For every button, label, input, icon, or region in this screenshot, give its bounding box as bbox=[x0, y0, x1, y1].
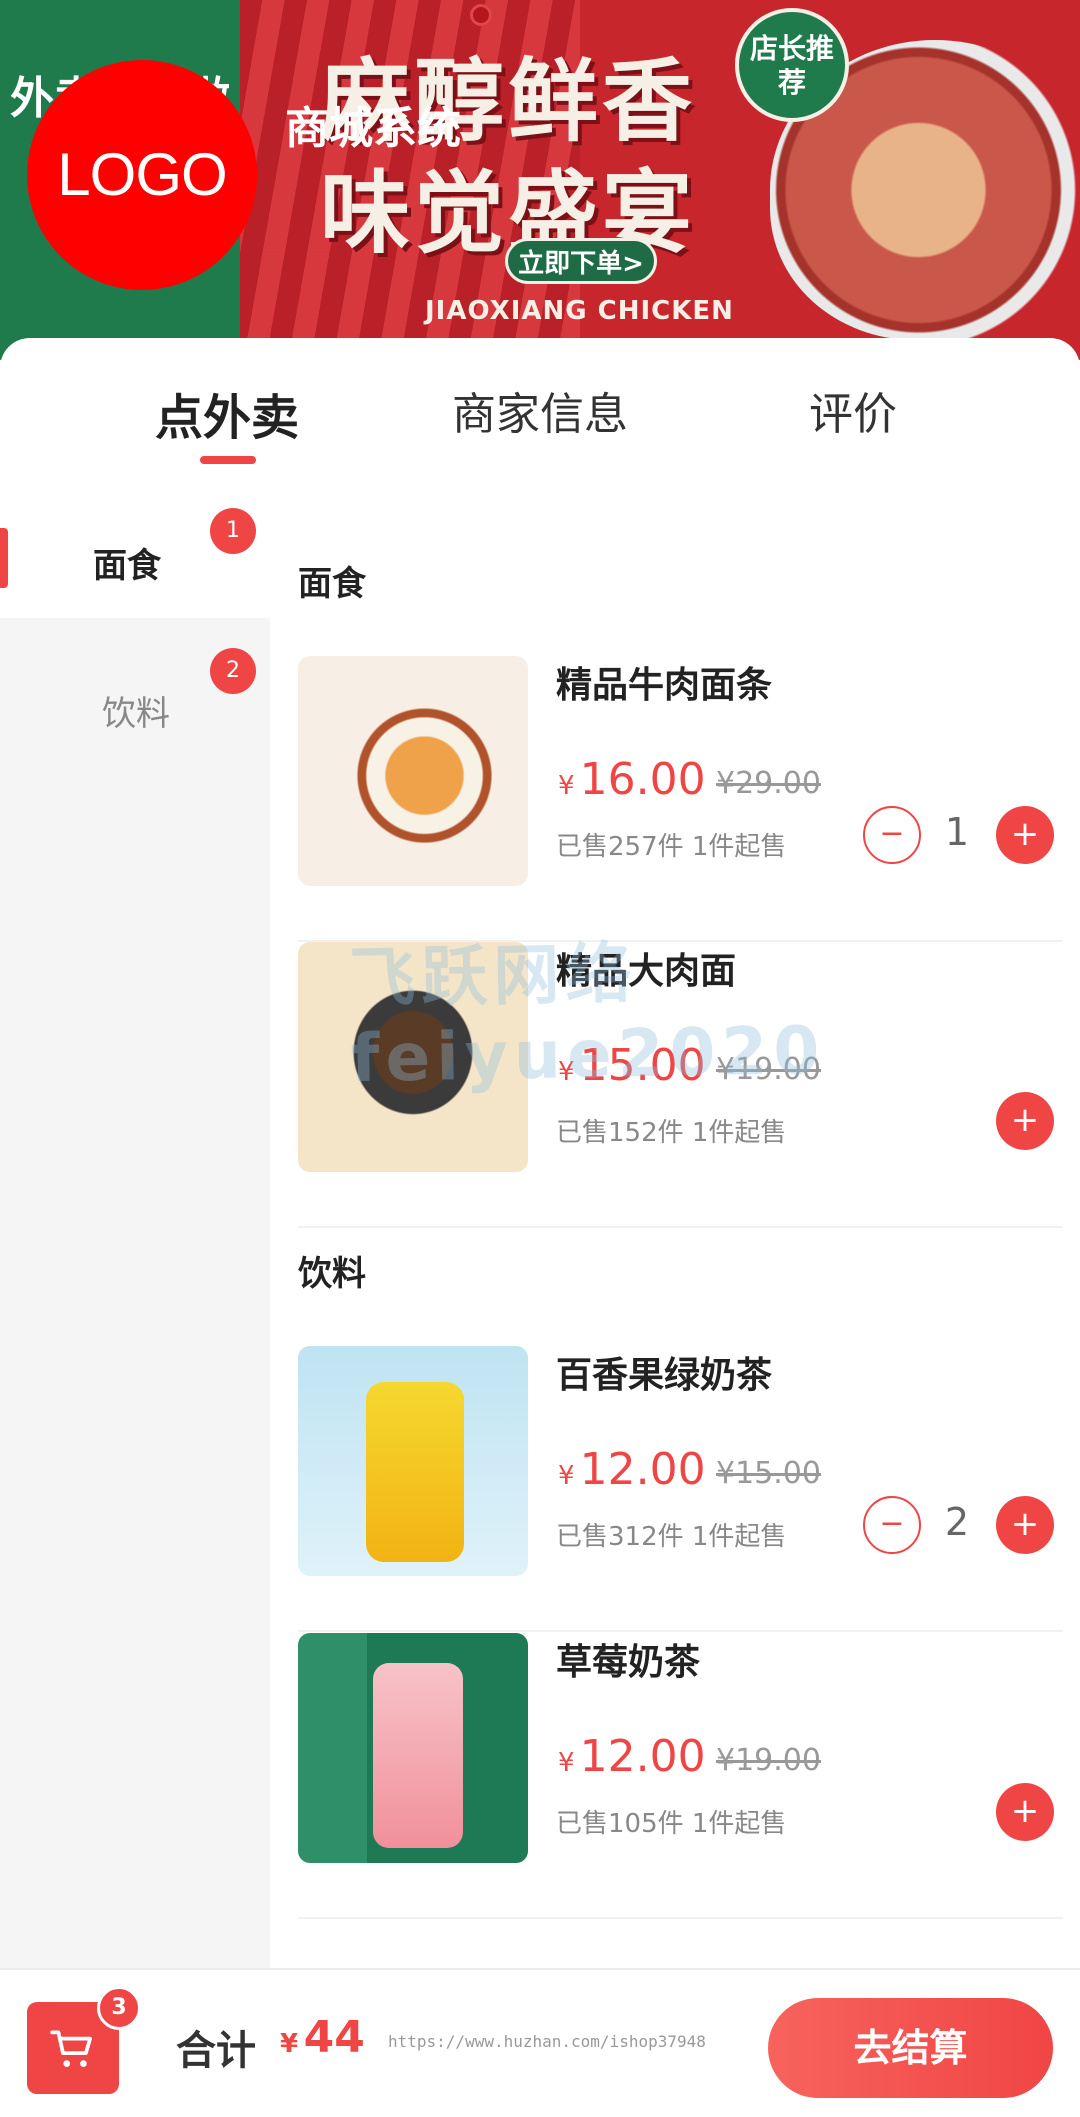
category-count-badge: 1 bbox=[210, 508, 256, 554]
currency-symbol: ¥ bbox=[280, 2029, 299, 2059]
product-image[interactable] bbox=[298, 656, 528, 886]
product-price: ¥ 12.00 bbox=[558, 1731, 706, 1782]
category-sidebar: 面食 1 饮料 2 bbox=[0, 468, 270, 1968]
category-item-drinks[interactable]: 饮料 2 bbox=[0, 618, 270, 768]
logo: LOGO bbox=[27, 60, 257, 290]
product-name: 百香果绿奶茶 bbox=[556, 1355, 773, 1396]
price-value: 12.00 bbox=[579, 1731, 706, 1782]
total-value: 44 bbox=[303, 2012, 365, 2063]
increase-quantity-button[interactable]: + bbox=[996, 1496, 1054, 1554]
sales-info: 已售257件 1件起售 bbox=[556, 832, 787, 862]
tab-reviews[interactable]: 评价 bbox=[753, 378, 953, 442]
category-item-noodles[interactable]: 面食 1 bbox=[0, 468, 270, 618]
quantity-value: 2 bbox=[944, 1500, 970, 1544]
sales-info: 已售105件 1件起售 bbox=[556, 1809, 787, 1839]
quantity-value: 1 bbox=[944, 810, 970, 854]
product-price: ¥ 12.00 bbox=[558, 1444, 706, 1495]
product-card[interactable]: 草莓奶茶 ¥ 12.00 ¥19.00 已售105件 1件起售 + bbox=[298, 1633, 1063, 1919]
increase-quantity-button[interactable]: + bbox=[996, 806, 1054, 864]
watermark: 飞跃网络 feiyue2020 bbox=[349, 931, 826, 1099]
product-image[interactable] bbox=[298, 1633, 528, 1863]
tab-merchant-info[interactable]: 商家信息 bbox=[440, 378, 640, 442]
price-value: 12.00 bbox=[579, 1444, 706, 1495]
checkout-bar: 3 合计 ¥ 44 https://www.huzhan.com/ishop37… bbox=[0, 1968, 1080, 2117]
drink-cup-illustration bbox=[373, 1663, 463, 1848]
product-card[interactable]: 精品牛肉面条 ¥ 16.00 ¥29.00 已售257件 1件起售 − 1 + bbox=[298, 656, 1063, 942]
cart-count-badge: 3 bbox=[97, 1986, 141, 2030]
section-title-noodles: 面食 bbox=[298, 564, 366, 604]
watermark-line1: 飞跃网络 bbox=[348, 935, 638, 1018]
checkout-button[interactable]: 去结算 bbox=[768, 1998, 1053, 2098]
sales-info: 已售152件 1件起售 bbox=[556, 1118, 787, 1148]
active-tab-indicator bbox=[200, 456, 256, 464]
price-value: 16.00 bbox=[579, 754, 706, 805]
tab-order-takeout[interactable]: 点外卖 bbox=[127, 378, 327, 448]
decrease-quantity-button[interactable]: − bbox=[863, 806, 921, 864]
total-label: 合计 bbox=[176, 2028, 256, 2074]
banner-recommend-badge: 店长推荐 bbox=[735, 8, 849, 122]
category-count-badge: 2 bbox=[210, 648, 256, 694]
source-url-watermark: https://www.huzhan.com/ishop37948 bbox=[388, 2032, 706, 2051]
watermark-line2: feiyue2020 bbox=[350, 1011, 826, 1098]
banner-order-button[interactable]: 立即下单> bbox=[505, 238, 657, 284]
app-title: 商城系统 bbox=[285, 103, 461, 154]
banner-brand-en: JIAOXIANG CHICKEN bbox=[425, 296, 734, 326]
section-title-drinks: 饮料 bbox=[298, 1254, 366, 1294]
original-price: ¥29.00 bbox=[716, 766, 821, 801]
original-price: ¥19.00 bbox=[716, 1743, 821, 1778]
app-page: 外卖新现做 麻醇鲜香 味觉盛宴 立即下单> JIAOXIANG CHICKEN … bbox=[0, 0, 1080, 2117]
product-name: 草莓奶茶 bbox=[556, 1642, 701, 1683]
total-amount: ¥ 44 bbox=[280, 2012, 365, 2063]
product-price: ¥ 16.00 bbox=[558, 754, 706, 805]
currency-symbol: ¥ bbox=[558, 771, 575, 801]
original-price: ¥15.00 bbox=[716, 1456, 821, 1491]
decrease-quantity-button[interactable]: − bbox=[863, 1496, 921, 1554]
banner-cherry-decoration bbox=[470, 4, 492, 26]
tab-bar: 点外卖 商家信息 评价 bbox=[0, 338, 1080, 468]
product-name: 精品牛肉面条 bbox=[556, 665, 773, 706]
add-to-cart-button[interactable]: + bbox=[996, 1092, 1054, 1150]
sales-info: 已售312件 1件起售 bbox=[556, 1522, 787, 1552]
cart-icon bbox=[50, 2029, 92, 2067]
currency-symbol: ¥ bbox=[558, 1748, 575, 1778]
add-to-cart-button[interactable]: + bbox=[996, 1783, 1054, 1841]
drink-cup-illustration bbox=[366, 1382, 464, 1562]
product-image[interactable] bbox=[298, 1346, 528, 1576]
product-card[interactable]: 百香果绿奶茶 ¥ 12.00 ¥15.00 已售312件 1件起售 − 2 + bbox=[298, 1346, 1063, 1632]
main-card: 点外卖 商家信息 评价 面食 1 饮料 2 面食 精品牛肉面条 ¥ 16.00 bbox=[0, 338, 1080, 1968]
currency-symbol: ¥ bbox=[558, 1461, 575, 1491]
